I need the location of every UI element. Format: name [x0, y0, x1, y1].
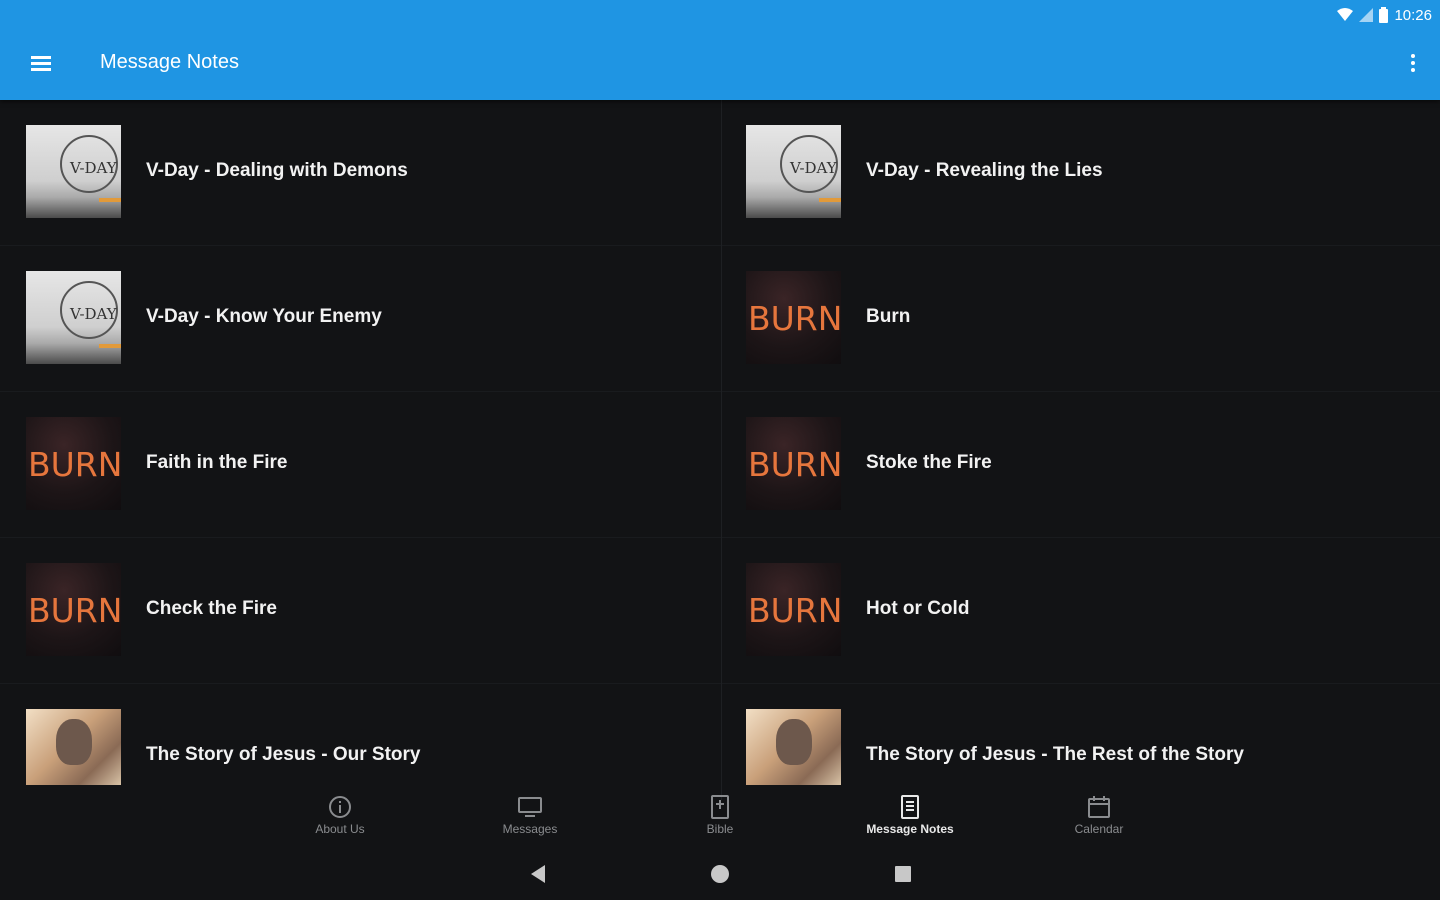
- page-title: Message Notes: [100, 51, 239, 73]
- note-title: Hot or Cold: [866, 598, 970, 619]
- hamburger-icon-line: [31, 62, 51, 65]
- thumbnail-stripe: [99, 344, 121, 348]
- note-title: The Story of Jesus - Our Story: [146, 744, 421, 765]
- battery-icon: [1379, 7, 1389, 23]
- thumbnail-text: BURN: [28, 591, 121, 630]
- hamburger-icon: [31, 56, 51, 59]
- thumbnail-text: BURN: [748, 591, 841, 630]
- note-thumbnail: V-DAY: [26, 271, 121, 364]
- notes-icon: [901, 795, 919, 819]
- nav-bible[interactable]: Bible: [660, 790, 780, 846]
- more-vert-icon: [1411, 54, 1415, 58]
- note-thumbnail: BURN: [746, 417, 841, 510]
- status-bar: 10:26: [1337, 4, 1432, 26]
- note-item[interactable]: V-DAY V-Day - Revealing the Lies: [720, 100, 1440, 246]
- note-item[interactable]: BURN Hot or Cold: [720, 538, 1440, 684]
- note-thumbnail: BURN: [746, 563, 841, 656]
- thumbnail-figure: [56, 719, 92, 765]
- nav-label: About Us: [315, 822, 365, 836]
- note-title: Stoke the Fire: [866, 452, 992, 473]
- bottom-navigation: About Us Messages Bible Message Notes Ca…: [0, 790, 1440, 846]
- thumbnail-text: V-DAY: [790, 159, 837, 177]
- note-title: V-Day - Revealing the Lies: [866, 160, 1103, 181]
- note-item[interactable]: V-DAY V-Day - Know Your Enemy: [0, 246, 720, 392]
- nav-label: Message Notes: [866, 822, 954, 836]
- nav-messages[interactable]: Messages: [470, 790, 590, 846]
- note-thumbnail: BURN: [26, 563, 121, 656]
- calendar-icon: [1088, 796, 1110, 818]
- back-icon[interactable]: [523, 861, 553, 887]
- note-thumbnail: [26, 709, 121, 785]
- thumbnail-text: BURN: [28, 445, 121, 484]
- note-item[interactable]: BURN Burn: [720, 246, 1440, 392]
- nav-label: Bible: [706, 822, 734, 836]
- thumbnail-stripe: [819, 198, 841, 202]
- thumbnail-text: V-DAY: [70, 159, 117, 177]
- thumbnail-text: V-DAY: [70, 305, 117, 323]
- home-icon[interactable]: [705, 861, 735, 887]
- note-item[interactable]: BURN Check the Fire: [0, 538, 720, 684]
- note-title: Burn: [866, 306, 911, 327]
- cell-signal-icon: [1359, 8, 1374, 22]
- more-options-button[interactable]: [1406, 48, 1420, 78]
- note-item[interactable]: BURN Faith in the Fire: [0, 392, 720, 538]
- thumbnail-figure: [776, 719, 812, 765]
- nav-about-us[interactable]: About Us: [280, 790, 400, 846]
- note-title: Faith in the Fire: [146, 452, 288, 473]
- app-bar: 10:26 Message Notes: [0, 0, 1440, 100]
- nav-label: Calendar: [1074, 822, 1124, 836]
- recents-icon[interactable]: [888, 861, 918, 887]
- notes-grid: V-DAY V-Day - Dealing with Demons V-DAY …: [0, 100, 1440, 800]
- note-item[interactable]: The Story of Jesus - The Rest of the Sto…: [720, 684, 1440, 800]
- note-thumbnail: BURN: [26, 417, 121, 510]
- more-vert-icon-dot: [1411, 61, 1415, 65]
- system-navigation-bar: [0, 855, 1440, 895]
- hamburger-icon-line: [31, 68, 51, 71]
- note-item[interactable]: The Story of Jesus - Our Story: [0, 684, 720, 800]
- wifi-icon: [1337, 8, 1354, 21]
- menu-button[interactable]: [22, 44, 60, 82]
- thumbnail-text: BURN: [748, 445, 841, 484]
- note-thumbnail: V-DAY: [26, 125, 121, 218]
- note-title: The Story of Jesus - The Rest of the Sto…: [866, 744, 1244, 765]
- nav-message-notes[interactable]: Message Notes: [850, 790, 970, 846]
- note-thumbnail: BURN: [746, 271, 841, 364]
- note-title: V-Day - Know Your Enemy: [146, 306, 382, 327]
- note-item[interactable]: BURN Stoke the Fire: [720, 392, 1440, 538]
- more-vert-icon-dot: [1411, 68, 1415, 72]
- monitor-icon: [518, 797, 542, 817]
- note-title: V-Day - Dealing with Demons: [146, 160, 408, 181]
- note-item[interactable]: V-DAY V-Day - Dealing with Demons: [0, 100, 720, 246]
- nav-calendar[interactable]: Calendar: [1039, 790, 1159, 846]
- column-divider: [721, 100, 722, 800]
- note-thumbnail: V-DAY: [746, 125, 841, 218]
- status-time: 10:26: [1394, 6, 1432, 24]
- nav-label: Messages: [502, 822, 558, 836]
- book-plus-icon: [711, 795, 729, 819]
- note-thumbnail: [746, 709, 841, 785]
- note-title: Check the Fire: [146, 598, 277, 619]
- info-icon: [329, 796, 351, 818]
- thumbnail-stripe: [99, 198, 121, 202]
- thumbnail-text: BURN: [748, 299, 841, 338]
